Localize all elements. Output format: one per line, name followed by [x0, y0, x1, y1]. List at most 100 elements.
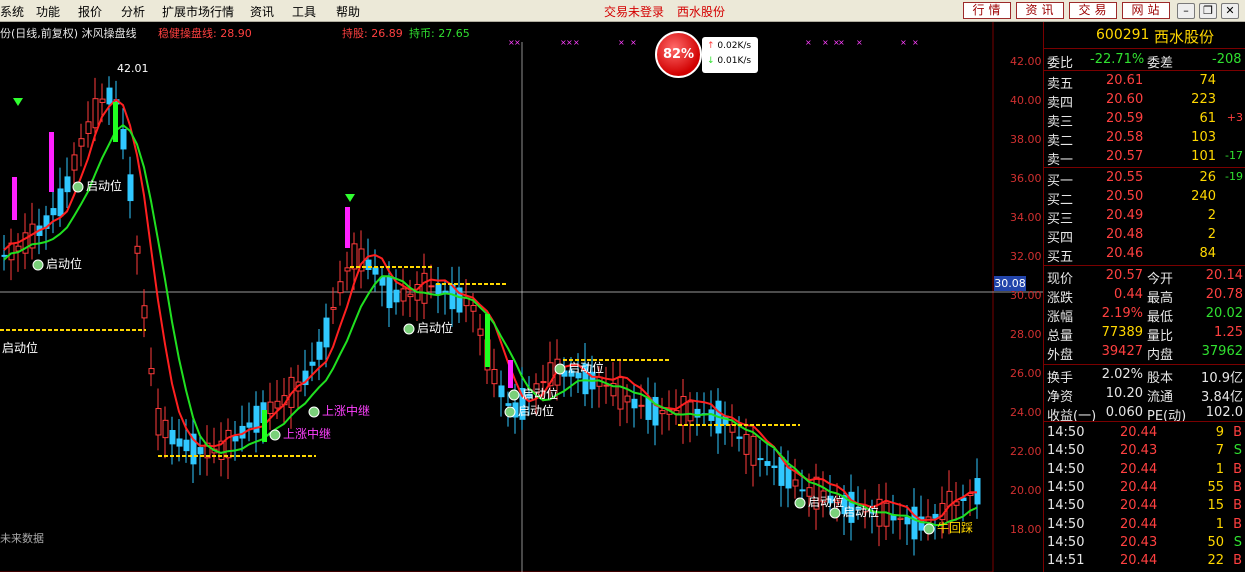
asks-row[interactable]: 卖一 20.57 101 -17 [1044, 148, 1245, 168]
asks-row[interactable]: 卖五 20.61 74 [1044, 72, 1245, 92]
tick-row[interactable]: 14:50 20.44 1 B [1044, 461, 1245, 479]
tick-row[interactable]: 14:50 20.44 1 B [1044, 516, 1245, 534]
tick-price: 20.44 [1120, 479, 1158, 495]
stat-label: 最低 [1147, 310, 1174, 325]
candle-body [1, 254, 8, 257]
level-label: 卖五 [1047, 77, 1074, 92]
menu-analysis[interactable]: 分析 [121, 3, 145, 20]
candle-body [477, 328, 484, 336]
level-volume: 2 [1207, 227, 1216, 242]
candle-body [491, 368, 498, 385]
price-axis-label: 26.00 [1010, 367, 1042, 380]
signal-marker: × [514, 38, 521, 47]
candle-body [743, 433, 750, 455]
price-axis-label: 38.00 [1010, 133, 1042, 146]
level-price: 20.49 [1106, 208, 1144, 223]
level-volume: 240 [1191, 189, 1216, 204]
trade-button[interactable]: 交易 [1069, 2, 1117, 19]
bids-row[interactable]: 买一 20.55 26 -19 [1044, 169, 1245, 189]
tick-price: 20.43 [1120, 534, 1158, 550]
candle-body [316, 341, 323, 360]
bids-row[interactable]: 买三 20.49 2 [1044, 207, 1245, 227]
kline-canvas[interactable]: × × × × × × × × × ×× × × ×42.01未来数据启动位启动位启动位启动位启动位启动… [0, 22, 1043, 572]
candle-body [232, 436, 239, 442]
asks-row[interactable]: 卖三 20.59 61 +3 [1044, 110, 1245, 130]
kline-chart[interactable]: × × × × × × × × × × × × × × 42.01 未来数据 启动位 启动位 启动位 启动位 启动位 启动… [0, 22, 1043, 572]
tick-row[interactable]: 14:51 20.44 22 B [1044, 552, 1245, 570]
signal-marker: × [566, 38, 573, 47]
stat-value: 20.02 [1205, 306, 1243, 321]
menu-system[interactable]: 系统 [0, 3, 24, 20]
tick-row[interactable]: 14:50 20.44 9 B [1044, 424, 1245, 442]
stat-label: 现价 [1047, 272, 1074, 287]
bids-row[interactable]: 买二 20.50 240 [1044, 188, 1245, 208]
level-price: 20.58 [1106, 130, 1144, 145]
tick-price: 20.43 [1120, 443, 1158, 459]
candle-body [351, 243, 358, 270]
candle-body [505, 403, 512, 406]
bids-row[interactable]: 买五 20.46 84 [1044, 245, 1245, 265]
tick-time: 14:50 [1047, 461, 1085, 477]
menu-help[interactable]: 帮助 [336, 3, 360, 20]
coin-label: 持币: 27.65 [409, 27, 470, 40]
news-button[interactable]: 资讯 [1016, 2, 1064, 19]
signal-label: 牛回踩 [937, 520, 973, 535]
stat-label: 今开 [1147, 272, 1174, 287]
stock-name-link[interactable]: 西水股份 [677, 3, 725, 20]
download-speed: 0.01K/s [717, 56, 752, 66]
tick-time: 14:50 [1047, 479, 1085, 495]
tick-row[interactable]: 14:50 20.43 50 S [1044, 534, 1245, 552]
level-label: 买一 [1047, 174, 1074, 189]
level-volume: 2 [1207, 208, 1216, 223]
asks-row[interactable]: 卖二 20.58 103 [1044, 129, 1245, 149]
price-axis-label: 34.00 [1010, 211, 1042, 224]
candle-body [540, 381, 547, 384]
signal-label: 启动位 [808, 494, 844, 509]
tick-row[interactable]: 14:50 20.44 15 B [1044, 497, 1245, 515]
level-price: 20.59 [1106, 111, 1144, 126]
signal-marker: × [900, 38, 907, 47]
candle-body [883, 502, 890, 527]
menu-bar: 系统 功能 报价 分析 扩展市场行情 资讯 工具 帮助 交易未登录 西水股份 行… [0, 0, 1245, 22]
tick-row[interactable]: 14:50 20.44 55 B [1044, 479, 1245, 497]
upload-arrow-icon: ↑ [707, 41, 715, 51]
quote-button[interactable]: 行情 [963, 2, 1011, 19]
signal-badge-icon [308, 406, 320, 418]
menu-quote[interactable]: 报价 [78, 3, 102, 20]
signal-marker: × [618, 38, 625, 47]
menu-function[interactable]: 功能 [36, 3, 60, 20]
level-price: 20.48 [1106, 227, 1144, 242]
tick-time: 14:51 [1047, 553, 1085, 569]
signal-label: 上涨中继 [322, 403, 370, 418]
close-icon[interactable]: ✕ [1221, 3, 1239, 19]
menu-extended-market[interactable]: 扩展市场行情 [162, 3, 234, 20]
cursor-price-label: 30.08 [994, 276, 1026, 291]
stat-value: 0.060 [1105, 405, 1143, 420]
candle-body [498, 385, 505, 398]
network-speed-gauge[interactable]: 82% [655, 31, 702, 78]
stat-label: 量比 [1147, 329, 1174, 344]
login-status[interactable]: 交易未登录 [604, 3, 664, 20]
candle-body [225, 429, 232, 459]
menu-tools[interactable]: 工具 [292, 3, 316, 20]
restore-icon[interactable]: ❐ [1199, 3, 1217, 19]
candle-body [162, 419, 169, 439]
stat-label: 涨跌 [1047, 291, 1074, 306]
candle-body [127, 174, 134, 202]
bids-row[interactable]: 买四 20.48 2 [1044, 226, 1245, 246]
download-arrow-icon: ↓ [707, 56, 715, 66]
hold-label: 持股: 26.89 [342, 27, 403, 40]
tick-price: 20.44 [1120, 516, 1158, 532]
ma-green-line [3, 123, 978, 527]
level-volume: 84 [1199, 246, 1216, 261]
candle-body [890, 515, 897, 521]
level-change: -19 [1225, 170, 1243, 183]
stat-value: 0.44 [1114, 287, 1143, 302]
signal-label: 启动位 [522, 386, 558, 401]
website-button[interactable]: 网站 [1122, 2, 1170, 19]
asks-row[interactable]: 卖四 20.60 223 [1044, 91, 1245, 111]
quote-row: 现价 20.57 今开 20.14 [1044, 267, 1245, 287]
menu-news[interactable]: 资讯 [250, 3, 274, 20]
tick-row[interactable]: 14:50 20.43 7 S [1044, 442, 1245, 460]
minimize-icon[interactable]: – [1177, 3, 1195, 19]
